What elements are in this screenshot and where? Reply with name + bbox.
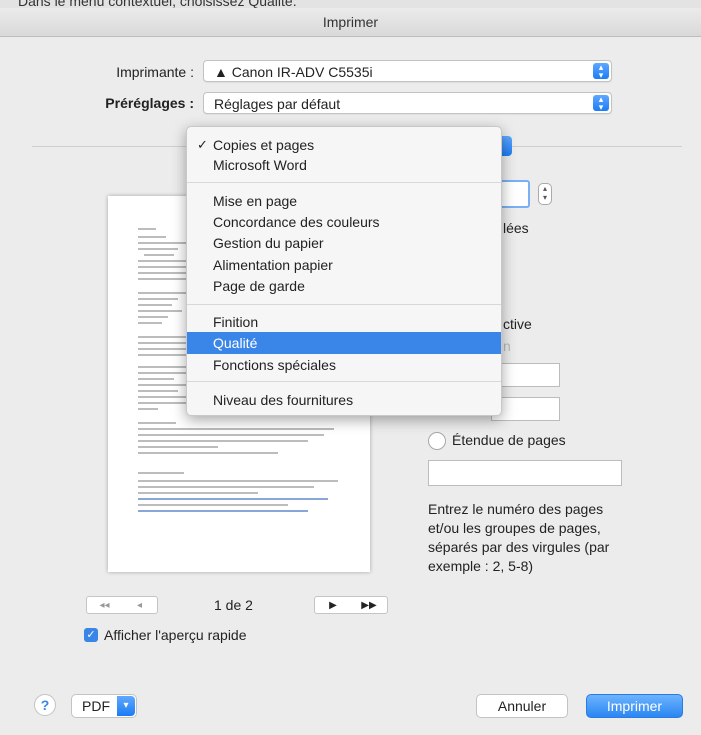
preview-text-line xyxy=(138,336,188,338)
presets-popup[interactable]: Réglages par défaut ▴ ▾ xyxy=(203,92,612,114)
range-radio[interactable] xyxy=(428,432,446,450)
menu-item-microsoft-word[interactable]: Microsoft Word xyxy=(187,154,501,176)
preview-text-line xyxy=(138,316,168,318)
menu-item-page-de-garde[interactable]: Page de garde xyxy=(187,275,501,297)
pages-option-disabled: n xyxy=(503,338,511,354)
preview-text-line xyxy=(138,480,338,482)
section-dropdown-menu: ✓ Copies et pages Microsoft Word Mise en … xyxy=(186,126,502,416)
quick-preview-label: Afficher l'aperçu rapide xyxy=(104,627,247,643)
printer-value: ▲ Canon IR-ADV C5535i xyxy=(214,64,373,80)
preview-text-line xyxy=(138,322,162,324)
menu-item-fonctions-speciales[interactable]: Fonctions spéciales xyxy=(187,354,501,376)
menu-item-gestion-papier[interactable]: Gestion du papier xyxy=(187,232,501,254)
menu-item-niveau-fournitures[interactable]: Niveau des fournitures xyxy=(187,389,501,411)
preview-text-line xyxy=(138,486,314,488)
preview-text-line xyxy=(138,378,174,380)
preview-text-line xyxy=(138,354,186,356)
window-title: Imprimer xyxy=(322,14,379,30)
menu-item-qualite[interactable]: Qualité xyxy=(187,332,501,354)
preview-text-line xyxy=(138,390,178,392)
preview-text-line xyxy=(138,384,192,386)
pdf-menu-button[interactable]: PDF ▾ xyxy=(71,694,137,718)
preview-text-line xyxy=(138,422,176,424)
last-page-icon[interactable]: ▶▶ xyxy=(351,597,387,615)
preview-link-line xyxy=(138,510,308,512)
print-button[interactable]: Imprimer xyxy=(586,694,683,718)
preview-text-line xyxy=(138,310,182,312)
preview-text-line xyxy=(138,236,166,238)
range-help-text: Entrez le numéro des pages et/ou les gro… xyxy=(428,501,610,574)
preview-text-line xyxy=(138,440,308,442)
preview-text-line xyxy=(138,452,278,454)
collated-label: lées xyxy=(503,220,529,236)
menu-separator xyxy=(187,381,501,382)
background-instruction-text: Dans le menu contextuel, choisissez Qual… xyxy=(18,0,297,8)
background-window-text: Dans le menu contextuel, choisissez Qual… xyxy=(0,0,701,8)
range-field[interactable] xyxy=(428,460,622,486)
next-page-icon[interactable]: ▶ xyxy=(315,597,351,615)
menu-separator xyxy=(187,304,501,305)
help-button[interactable]: ? xyxy=(34,694,56,716)
page-indicator: 1 de 2 xyxy=(214,597,253,613)
preview-text-line xyxy=(138,228,156,230)
preview-text-line xyxy=(138,304,172,306)
pdf-label: PDF xyxy=(82,698,110,714)
preview-text-line xyxy=(138,408,158,410)
menu-item-copies-pages[interactable]: ✓ Copies et pages xyxy=(187,134,501,156)
chevron-updown-icon: ▴ ▾ xyxy=(593,95,609,112)
checkmark-icon: ✓ xyxy=(197,137,208,152)
preview-text-line xyxy=(138,428,334,430)
presets-label: Préréglages : xyxy=(105,95,194,111)
window-titlebar: Imprimer xyxy=(0,8,701,37)
menu-item-mise-en-page[interactable]: Mise en page xyxy=(187,190,501,212)
menu-separator xyxy=(187,182,501,183)
pages-option-label: ctive xyxy=(503,316,532,332)
preview-text-line xyxy=(144,254,174,256)
preview-text-line xyxy=(138,472,184,474)
first-page-icon[interactable]: ◂◂ xyxy=(87,597,122,615)
preview-text-line xyxy=(138,492,258,494)
preview-link-line xyxy=(138,498,328,500)
help-icon: ? xyxy=(40,697,50,713)
chevron-updown-icon: ▴ ▾ xyxy=(593,63,609,80)
menu-item-alimentation-papier[interactable]: Alimentation papier xyxy=(187,254,501,276)
menu-item-concordance-couleurs[interactable]: Concordance des couleurs xyxy=(187,211,501,233)
chevron-down-icon: ▾ xyxy=(117,696,135,716)
presets-value: Réglages par défaut xyxy=(214,96,341,112)
printer-popup[interactable]: ▲ Canon IR-ADV C5535i ▴ ▾ xyxy=(203,60,612,82)
preview-forward-buttons[interactable]: ▶ ▶▶ xyxy=(314,596,388,614)
quick-preview-checkbox[interactable]: ✓ xyxy=(84,628,98,642)
preview-text-line xyxy=(138,298,178,300)
preview-text-line xyxy=(138,434,324,436)
preview-back-buttons[interactable]: ◂◂ ◂ xyxy=(86,596,158,614)
preview-text-line xyxy=(138,248,178,250)
preview-text-line xyxy=(138,504,288,506)
printer-label: Imprimante : xyxy=(116,64,194,80)
cancel-button[interactable]: Annuler xyxy=(476,694,568,718)
menu-item-finition[interactable]: Finition xyxy=(187,311,501,333)
copies-stepper[interactable]: ▴ ▾ xyxy=(538,183,552,205)
range-radio-label: Étendue de pages xyxy=(452,432,566,448)
preview-text-line xyxy=(138,446,218,448)
previous-page-icon[interactable]: ◂ xyxy=(122,597,157,615)
